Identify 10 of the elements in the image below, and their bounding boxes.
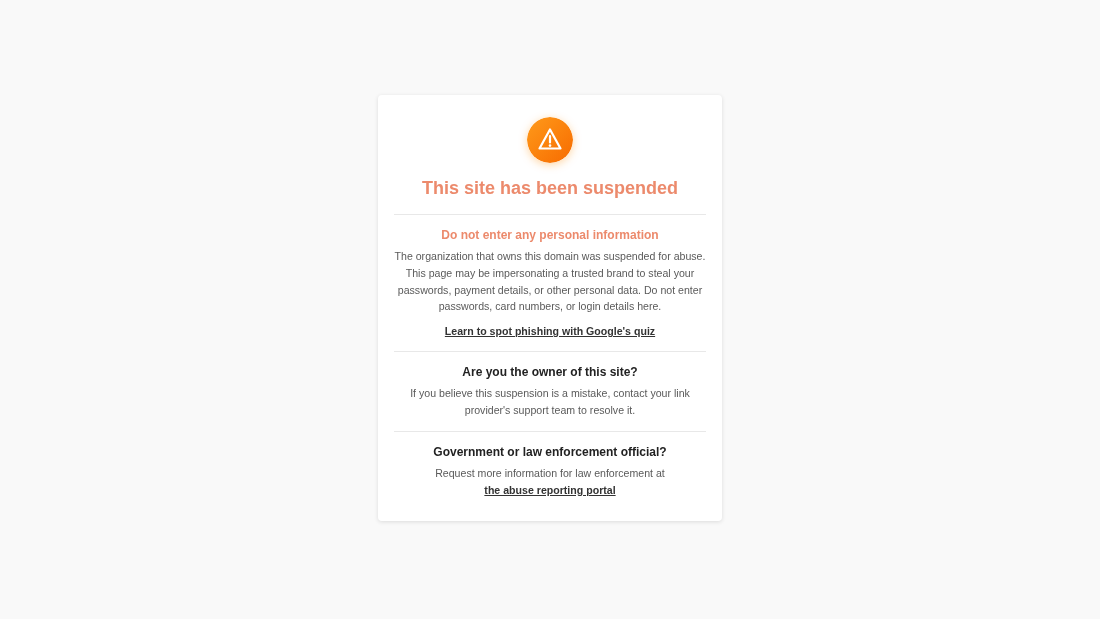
warning-icon [527,117,573,163]
section-text: If you believe this suspension is a mistake, contact your link provider's support team to resolve it. [409,386,691,418]
section-text: Request more information for law enforcement at the abuse reporting portal [434,465,666,498]
section-heading: Government or law enforcement official? [433,443,667,461]
section-heading: Are you the owner of this site? [462,364,638,382]
abuse-portal-link[interactable]: the abuse reporting portal [484,483,616,496]
page-title: This site has been suspended [421,177,679,200]
section-heading: Do not enter any personal information [441,227,659,244]
section-text: The organization that owns this domain was suspended for abuse. This page may be impersonating a trusted brand to steal your passwords, payment details, or other personal data. Do not enter passwords, card numbers, or login details here. [394,249,706,315]
phishing-quiz-link[interactable]: Learn to spot phishing with Google's quiz [444,323,656,340]
